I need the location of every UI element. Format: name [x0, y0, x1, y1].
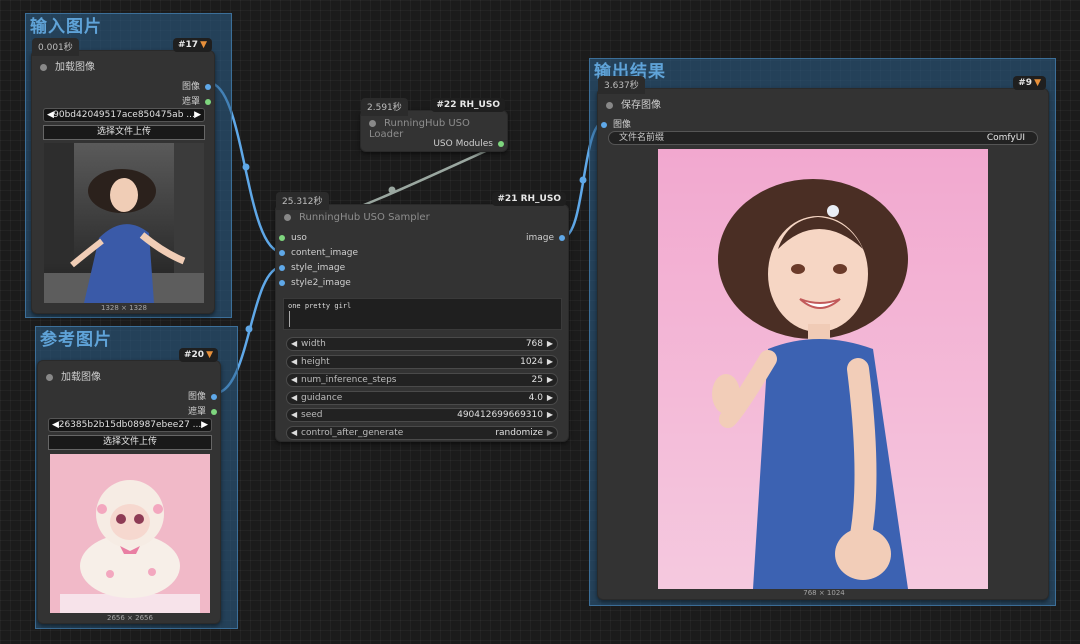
file-select-combo[interactable]: ◀ 26385b2b15db08987ebee27 ... ▶ [48, 418, 212, 432]
execution-time: 0.001秒 [32, 38, 79, 56]
arrow-right-icon: ▶ [546, 339, 553, 348]
upload-file-button[interactable]: 选择文件上传 [48, 435, 212, 450]
node-title[interactable]: 加载图像 [46, 368, 101, 383]
fox-icon: ▼ [1034, 78, 1041, 88]
node-title[interactable]: 保存图像 [606, 96, 661, 111]
arrow-left-icon: ◀ [47, 110, 54, 120]
preview-image-sheep-toy [50, 454, 210, 613]
collapse-dot-icon [369, 119, 376, 127]
output-image-slot[interactable]: 图像 [188, 389, 217, 402]
fox-icon: ▼ [200, 40, 207, 50]
collapse-dot-icon [40, 63, 47, 71]
arrow-right-icon: ▶ [546, 410, 553, 419]
image-size-label: 768 × 1024 [803, 589, 845, 597]
node-id-badge: #17 ▼ [173, 38, 212, 52]
arrow-left-icon: ◀ [291, 428, 298, 437]
arrow-left-icon: ◀ [291, 339, 298, 348]
file-select-combo[interactable]: ◀ 90bd42049517ace850475ab ... ▶ [43, 108, 205, 122]
arrow-left-icon: ◀ [52, 420, 59, 430]
arrow-right-icon: ▶ [201, 420, 208, 430]
execution-time: 25.312秒 [276, 192, 329, 210]
upload-file-button[interactable]: 选择文件上传 [43, 125, 205, 140]
arrow-left-icon: ◀ [291, 375, 298, 384]
width-widget[interactable]: ◀ width 768 ▶ [286, 337, 558, 351]
prompt-textarea[interactable]: one pretty girl [283, 298, 562, 330]
inference-steps-widget[interactable]: ◀ num_inference_steps 25 ▶ [286, 373, 558, 387]
output-image-slot[interactable]: 图像 [182, 79, 211, 92]
output-mask-slot[interactable]: 遮罩 [188, 404, 217, 417]
node-id-badge: #20 ▼ [179, 348, 218, 362]
execution-time: 2.591秒 [361, 98, 408, 116]
node-id-badge: #22 RH_USO [431, 98, 505, 112]
wire-reroute-dot [579, 176, 587, 184]
load-image-node-17[interactable]: 0.001秒 #17 ▼ 加载图像 图像 遮罩 ◀ 90bd42049517ace… [31, 38, 215, 314]
node-title[interactable]: RunningHub USO Sampler [284, 212, 430, 223]
control-after-generate-widget[interactable]: ◀ control_after_generate randomize ▶ [286, 426, 558, 440]
collapse-dot-icon [46, 373, 53, 381]
collapse-dot-icon [284, 213, 291, 221]
arrow-right-icon: ▶ [546, 428, 553, 437]
input-style2-image-slot[interactable]: style2_image [279, 278, 351, 288]
seed-widget[interactable]: ◀ seed 490412699669310 ▶ [286, 408, 558, 422]
node-id-badge: #9 ▼ [1013, 76, 1046, 90]
node-title[interactable]: 加载图像 [40, 58, 95, 73]
input-image-slot[interactable]: 图像 [601, 117, 631, 130]
arrow-left-icon: ◀ [291, 410, 298, 419]
arrow-left-icon: ◀ [291, 357, 298, 366]
arrow-right-icon: ▶ [546, 393, 553, 402]
output-uso-modules-slot[interactable]: USO Modules [433, 139, 504, 149]
wire-reroute-dot [245, 325, 253, 333]
preview-image-girl-photo [44, 143, 204, 303]
input-uso-slot[interactable]: uso [279, 233, 307, 243]
image-size-label: 1328 × 1328 [101, 304, 147, 312]
wire-reroute-dot [388, 186, 396, 194]
arrow-right-icon: ▶ [194, 110, 201, 120]
execution-time: 3.637秒 [598, 76, 645, 94]
save-image-node-9[interactable]: 3.637秒 #9 ▼ 保存图像 图像 文件名前缀 ComfyUI 768 × 1… [597, 76, 1049, 600]
input-content-image-slot[interactable]: content_image [279, 248, 358, 258]
height-widget[interactable]: ◀ height 1024 ▶ [286, 355, 558, 369]
arrow-left-icon: ◀ [291, 393, 298, 402]
uso-loader-node-22[interactable]: 2.591秒 #22 RH_USO RunningHub USO Loader … [360, 98, 508, 152]
guidance-widget[interactable]: ◀ guidance 4.0 ▶ [286, 391, 558, 405]
group-title: 参考图片 [40, 330, 112, 350]
load-image-node-20[interactable]: #20 ▼ 加载图像 图像 遮罩 ◀ 26385b2b15db08987ebee2… [37, 348, 221, 624]
collapse-dot-icon [606, 101, 613, 109]
image-size-label: 2656 × 2656 [107, 614, 153, 622]
fox-icon: ▼ [206, 350, 213, 360]
input-style-image-slot[interactable]: style_image [279, 263, 345, 273]
output-image-slot[interactable]: image [526, 233, 565, 243]
filename-prefix-field[interactable]: 文件名前缀 ComfyUI [608, 131, 1038, 145]
group-title: 输入图片 [30, 17, 102, 37]
uso-sampler-node-21[interactable]: 25.312秒 #21 RH_USO RunningHub USO Sample… [275, 192, 569, 442]
output-image-girl-illustration [658, 149, 988, 589]
text-caret [289, 311, 290, 327]
arrow-right-icon: ▶ [546, 375, 553, 384]
node-id-badge: #21 RH_USO [492, 192, 566, 206]
arrow-right-icon: ▶ [546, 357, 553, 366]
node-title[interactable]: RunningHub USO Loader [369, 118, 507, 140]
output-mask-slot[interactable]: 遮罩 [182, 94, 211, 107]
wire-reroute-dot [242, 163, 250, 171]
